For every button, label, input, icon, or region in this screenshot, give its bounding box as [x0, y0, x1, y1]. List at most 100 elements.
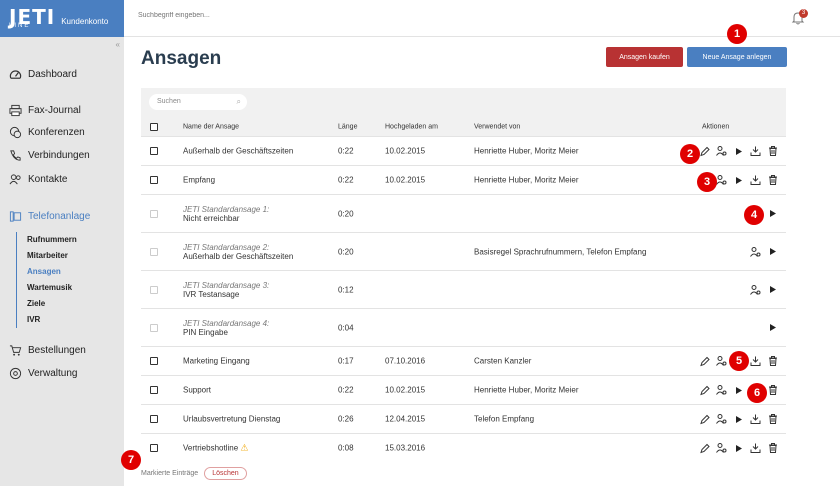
- user-assign-icon[interactable]: [716, 356, 727, 367]
- table-row[interactable]: Empfang 0:22 10.02.2015 Henriette Huber,…: [141, 165, 786, 194]
- subnav-item-ziele[interactable]: Ziele: [27, 296, 77, 312]
- play-icon[interactable]: [733, 414, 744, 425]
- sidebar-item-verbindungen[interactable]: Verbindungen: [8, 148, 90, 162]
- sidebar-item-telefonanlage[interactable]: Telefonanlage: [8, 209, 90, 223]
- trash-icon[interactable]: [767, 175, 778, 186]
- edit-icon[interactable]: [699, 385, 710, 396]
- row-used-by: Basisregel Sprachrufnummern, Telefon Emp…: [474, 247, 647, 256]
- table-search-placeholder: Suchen: [157, 98, 181, 105]
- delete-marked-button[interactable]: Löschen: [204, 467, 247, 480]
- annotation-marker: 4: [744, 205, 764, 225]
- subnav-item-ivr[interactable]: IVR: [27, 312, 77, 328]
- subnav-item-ansagen[interactable]: Ansagen: [27, 264, 77, 280]
- edit-icon[interactable]: [699, 146, 710, 157]
- sidebar: JETI LINE Kundenkonto « Dashboard Fax-Jo…: [0, 0, 124, 486]
- column-header-used-by[interactable]: Verwendet von: [474, 124, 520, 131]
- download-icon[interactable]: [750, 414, 761, 425]
- row-checkbox[interactable]: [150, 176, 158, 184]
- sidebar-item-label: Bestellungen: [28, 344, 86, 356]
- user-assign-icon[interactable]: [716, 146, 727, 157]
- download-icon[interactable]: [750, 175, 761, 186]
- sidebar-item-dashboard[interactable]: Dashboard: [8, 67, 77, 81]
- logo[interactable]: JETI LINE Kundenkonto: [0, 0, 124, 37]
- download-icon[interactable]: [750, 443, 761, 454]
- new-ansage-button[interactable]: Neue Ansage anlegen: [687, 47, 787, 67]
- row-name: Vertriebshotline: [183, 443, 239, 453]
- row-checkbox[interactable]: [150, 357, 158, 365]
- table-row[interactable]: Vertriebshotline ⚠ 0:08 15.03.2016: [141, 433, 786, 462]
- table-row[interactable]: JETI Standardansage 1: Nicht erreichbar …: [141, 194, 786, 232]
- trash-icon[interactable]: [767, 414, 778, 425]
- row-actions: [699, 146, 778, 157]
- table-row[interactable]: Urlaubsvertretung Dienstag 0:26 12.04.20…: [141, 404, 786, 433]
- row-actions: [699, 414, 778, 425]
- sidebar-item-kontakte[interactable]: Kontakte: [8, 172, 67, 186]
- subnav-item-mitarbeiter[interactable]: Mitarbeiter: [27, 248, 77, 264]
- table-row[interactable]: JETI Standardansage 4: PIN Eingabe 0:04: [141, 308, 786, 346]
- user-assign-icon[interactable]: [750, 284, 761, 295]
- trash-icon[interactable]: [767, 356, 778, 367]
- row-standard-label: JETI Standardansage 1:: [183, 204, 270, 214]
- row-name: IVR Testansage: [183, 289, 240, 299]
- row-length: 0:26: [338, 414, 354, 424]
- play-icon[interactable]: [733, 146, 744, 157]
- edit-icon[interactable]: [699, 414, 710, 425]
- user-assign-icon[interactable]: [716, 443, 727, 454]
- row-checkbox: [150, 323, 158, 332]
- trash-icon[interactable]: [767, 385, 778, 396]
- download-icon[interactable]: [750, 356, 761, 367]
- row-name-block: Vertriebshotline ⚠: [183, 443, 248, 454]
- row-name: Außerhalb der Geschäftszeiten: [183, 251, 294, 261]
- table-row[interactable]: Marketing Eingang 0:17 07.10.2016 Carste…: [141, 346, 786, 375]
- row-used-by: Henriette Huber, Moritz Meier: [474, 385, 579, 395]
- row-checkbox: [150, 285, 158, 294]
- trash-icon[interactable]: [767, 146, 778, 157]
- annotation-marker: 6: [747, 383, 767, 403]
- row-checkbox[interactable]: [150, 386, 158, 394]
- play-icon[interactable]: [733, 385, 744, 396]
- subnav-item-wartemusik[interactable]: Wartemusik: [27, 280, 77, 296]
- table-row[interactable]: Support 0:22 10.02.2015 Henriette Huber,…: [141, 375, 786, 404]
- collapse-icon[interactable]: «: [116, 40, 120, 49]
- user-assign-icon[interactable]: [716, 175, 727, 186]
- download-icon[interactable]: [750, 146, 761, 157]
- edit-icon[interactable]: [699, 356, 710, 367]
- annotation-marker: 1: [727, 24, 747, 44]
- contacts-icon: [8, 172, 22, 186]
- sidebar-item-konferenzen[interactable]: Konferenzen: [8, 125, 85, 139]
- user-assign-icon[interactable]: [750, 246, 761, 257]
- row-checkbox[interactable]: [150, 415, 158, 423]
- subnav-item-rufnummern[interactable]: Rufnummern: [27, 232, 77, 248]
- table-search-input[interactable]: Suchen ⌕: [149, 94, 247, 110]
- row-checkbox[interactable]: [150, 444, 158, 452]
- edit-icon[interactable]: [699, 443, 710, 454]
- row-date: 12.04.2015: [385, 414, 426, 424]
- column-header-length[interactable]: Länge: [338, 124, 357, 131]
- table-row[interactable]: JETI Standardansage 3: IVR Testansage 0:…: [141, 270, 786, 308]
- play-icon[interactable]: [767, 284, 778, 295]
- column-header-uploaded[interactable]: Hochgeladen am: [385, 124, 438, 131]
- sidebar-item-label: Telefonanlage: [28, 210, 91, 222]
- user-assign-icon[interactable]: [716, 385, 727, 396]
- sidebar-item-label: Dashboard: [28, 68, 77, 80]
- play-icon[interactable]: [767, 246, 778, 257]
- column-header-actions: Aktionen: [702, 123, 730, 131]
- buy-ansagen-button[interactable]: Ansagen kaufen: [606, 47, 683, 67]
- table-row[interactable]: JETI Standardansage 2: Außerhalb der Ges…: [141, 232, 786, 270]
- column-header-name[interactable]: Name der Ansage: [183, 124, 239, 131]
- sidebar-item-bestellungen[interactable]: Bestellungen: [8, 343, 86, 357]
- play-icon[interactable]: [767, 208, 778, 219]
- user-assign-icon[interactable]: [716, 414, 727, 425]
- global-search-input[interactable]: [138, 12, 338, 19]
- row-name: Marketing Eingang: [183, 356, 250, 366]
- select-all-checkbox[interactable]: [150, 123, 158, 131]
- trash-icon[interactable]: [767, 443, 778, 454]
- row-checkbox[interactable]: [150, 147, 158, 155]
- play-icon[interactable]: [767, 322, 778, 333]
- play-icon[interactable]: [733, 175, 744, 186]
- sidebar-item-fax-journal[interactable]: Fax-Journal: [8, 103, 81, 117]
- sidebar-item-verwaltung[interactable]: Verwaltung: [8, 366, 77, 380]
- row-name-block: JETI Standardansage 3: IVR Testansage: [183, 281, 269, 299]
- row-actions: [767, 322, 778, 333]
- play-icon[interactable]: [733, 443, 744, 454]
